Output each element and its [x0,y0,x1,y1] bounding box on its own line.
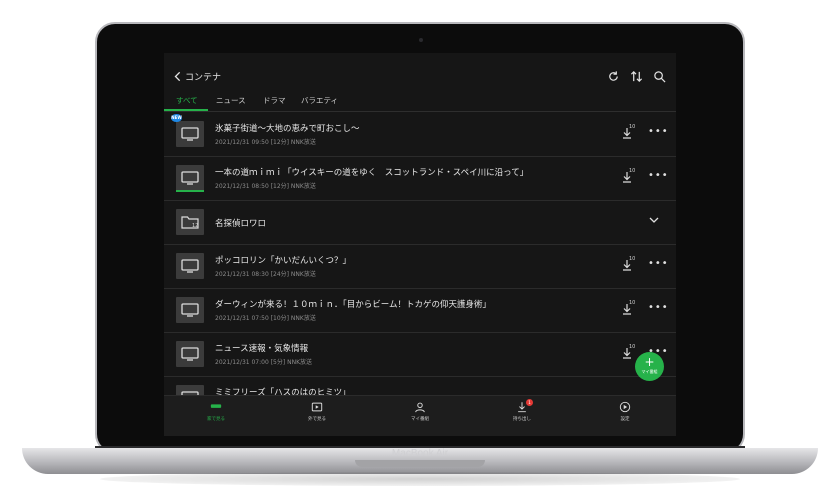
program-meta: 2021/12/31 08:30 [24分] NNK放送 [215,271,316,278]
nav-label: 設定 [620,417,630,422]
program-title: ミミフリーズ「ハスのはのヒミツ」 [215,388,351,395]
list-item[interactable]: NEW 氷菓子街道〜大地の恵みで町おこし〜 2021/12/31 09:50 [… [164,112,676,157]
page-title: コンテナ [185,73,222,83]
program-meta: 2021/12/31 07:50 [10分] NNK放送 [215,315,316,322]
list-item-folder[interactable]: 12 名探偵ロワロ [164,200,676,245]
list-item[interactable]: 一本の道ｍｉｍｉ「ウイスキーの道をゆく スコットランド・スペイ川に沿って」 20… [164,156,676,201]
thumbnail [176,297,204,323]
top-bar: コンテナ [164,53,676,91]
program-list: NEW 氷菓子街道〜大地の恵みで町おこし〜 2021/12/31 09:50 [… [164,112,676,395]
download-count: 10 [629,344,636,350]
more-icon[interactable]: ••• [648,170,669,181]
thumbnail [176,121,204,147]
more-icon[interactable]: ••• [648,302,669,313]
tv-icon [181,259,199,273]
tv-icon [181,127,199,141]
nav-label: 持ち出し [513,417,531,422]
download-count: 10 [629,124,636,130]
nav-my-programs[interactable]: マイ番組 [380,401,460,422]
top-actions [607,70,666,83]
more-icon[interactable]: ••• [648,126,669,137]
nav-settings[interactable]: 設定 [585,401,665,422]
nav-home[interactable]: 家で見る [176,401,256,422]
program-meta: 2021/12/31 09:50 [12分] NNK放送 [215,139,316,146]
user-icon [415,402,425,413]
thumbnail: 12 [176,209,204,235]
refresh-icon[interactable] [607,70,620,83]
program-meta: 2021/12/31 08:50 [12分] NNK放送 [215,183,316,190]
add-my-program-button[interactable]: + マイ番組 [635,352,664,381]
thumbnail [176,253,204,279]
tv-icon [181,303,199,317]
nav-label: 家で見る [207,417,225,422]
program-title: ニュース速報・気象情報 [215,344,309,354]
tab-active-indicator [164,109,208,111]
program-title: 一本の道ｍｉｍｉ「ウイスキーの道をゆく スコットランド・スペイ川に沿って」 [215,168,529,178]
thumbnail [176,341,204,367]
laptop-notch [355,460,485,467]
download-count: 10 [629,168,636,174]
laptop-shadow [100,472,740,486]
list-item[interactable]: ポッコロリン「かいだんいくつ？」 2021/12/31 08:30 [24分] … [164,244,676,289]
search-icon[interactable] [653,70,666,83]
folder-count: 12 [192,223,199,229]
list-item[interactable]: ニュース速報・気象情報 2021/12/31 07:00 [5分] NNK放送 … [164,332,676,377]
tv-icon [181,171,199,185]
new-badge: NEW [171,114,182,122]
nav-takeout[interactable]: 1 持ち出し [482,399,562,422]
home-tv-icon [210,404,222,408]
tv-icon [181,347,199,361]
list-item[interactable]: ダーウィンが来る！１０ｍｉｎ．「目からビーム！トカゲの仰天護身術」 2021/1… [164,288,676,333]
chevron-left-icon [174,71,181,82]
tab-all[interactable]: すべて [176,95,198,106]
thumbnail [176,165,204,191]
program-meta: 2021/12/31 07:00 [5分] NNK放送 [215,359,313,366]
tab-drama[interactable]: ドラマ [263,95,286,106]
nav-label: 外で見る [308,417,326,422]
category-tabs: すべて ニュース ドラマ バラエティ [164,91,676,112]
chevron-down-icon[interactable] [648,214,660,226]
device-brand: MacBook Air [391,448,449,459]
nav-outside[interactable]: 外で見る [277,401,357,422]
watch-progress [176,190,204,192]
plus-icon: + [644,355,655,369]
tab-news[interactable]: ニュース [216,95,246,106]
app-screen: コンテナ すべて ニュース ドラマ バラエティ NEW 氷菓子街道〜大地の恵みで… [164,53,676,436]
program-title: 氷菓子街道〜大地の恵みで町おこし〜 [215,124,360,134]
tab-variety[interactable]: バラエティ [301,95,338,106]
fab-label: マイ番組 [641,369,658,374]
play-icon [311,402,323,412]
notification-badge: 1 [526,399,533,406]
download-count: 10 [629,256,636,262]
back-button[interactable]: コンテナ [173,70,221,83]
settings-icon [619,401,631,413]
camera-icon [419,38,423,42]
program-title: ポッコロリン「かいだんいくつ？」 [215,256,352,266]
nav-label: マイ番組 [411,417,429,422]
sort-icon[interactable] [630,70,643,83]
download-count: 10 [629,300,636,306]
thumbnail [176,385,204,395]
folder-title: 名探偵ロワロ [215,219,267,229]
program-title: ダーウィンが来る！１０ｍｉｎ．「目からビーム！トカゲの仰天護身術」 [215,300,491,310]
more-icon[interactable]: ••• [648,258,669,269]
bottom-nav: 家で見る 外で見る マイ番組 1 持ち出し 設定 [164,395,676,436]
list-item[interactable]: ミミフリーズ「ハスのはのヒミツ」 [164,376,676,395]
